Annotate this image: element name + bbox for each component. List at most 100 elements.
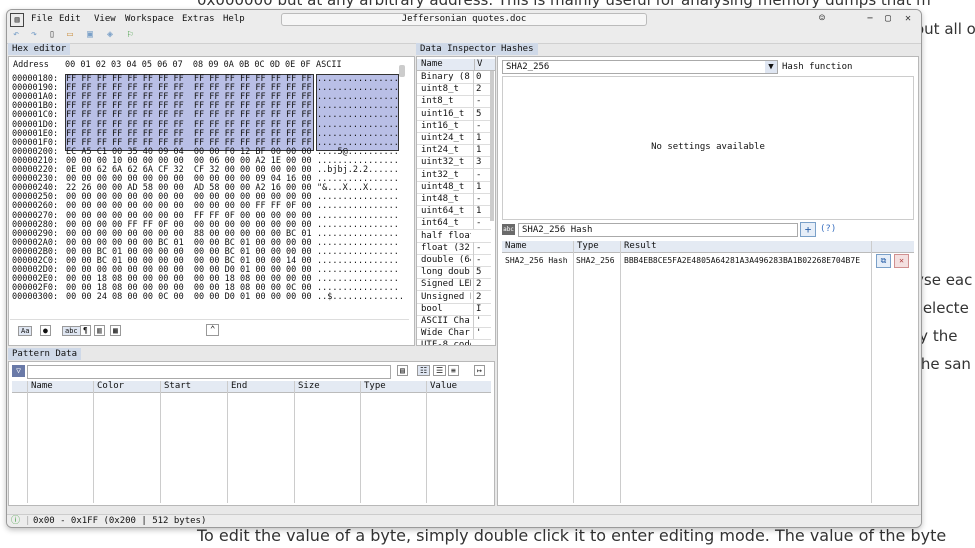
export-icon[interactable]: ▤ (397, 365, 408, 376)
pattern-col-divider (227, 381, 228, 503)
menu-help[interactable]: Help (223, 14, 245, 24)
list-item[interactable]: long doub 5 (417, 266, 491, 280)
di-row-name: int64_t (421, 218, 459, 229)
list-item[interactable]: bool I (417, 302, 492, 316)
settings-message: No settings available (651, 142, 765, 152)
flat-view-icon[interactable]: ☰ (433, 365, 447, 376)
pattern-col-divider (27, 381, 28, 503)
hash-name-input[interactable]: SHA2_256 Hash (518, 223, 798, 237)
title-bar: ▥ File Edit View Workspace Extras Help J… (7, 10, 921, 28)
di-row-value: 2 (473, 290, 492, 303)
pattern-col-value: Value (426, 381, 457, 392)
list-item[interactable]: int24_t 1 (417, 144, 491, 158)
list-item[interactable]: uint16_t 5 (417, 107, 491, 121)
hex-bytes[interactable]: 00 00 24 08 00 00 0C 00 00 00 D0 01 00 0… (66, 293, 312, 302)
new-file-icon[interactable]: ▯ (49, 29, 55, 40)
list-item[interactable]: int16_t - (417, 119, 491, 133)
copy-icon[interactable]: ⧉ (876, 254, 891, 268)
list-item[interactable]: uint48_t 1 (417, 180, 491, 194)
save-as-icon[interactable]: ◈ (107, 29, 113, 40)
background-text-fragment: the san (915, 355, 971, 373)
close-button[interactable]: ✕ (905, 13, 911, 24)
jump-icon[interactable]: ↦ (474, 365, 485, 376)
list-item[interactable]: Signed LEB 2 (417, 278, 491, 292)
list-item[interactable]: int8_t - (417, 95, 491, 109)
di-row-value: I (473, 302, 492, 315)
minimize-button[interactable]: − (867, 13, 873, 24)
background-text-fragment: yse eac (915, 271, 973, 289)
delete-icon[interactable]: ✕ (894, 254, 909, 268)
list-item[interactable]: int48_t - (417, 193, 491, 206)
list-item[interactable]: Wide Char ' (417, 327, 491, 341)
list-item[interactable]: uint32_t 3 (417, 156, 491, 170)
list-item[interactable]: half float (417, 230, 491, 243)
app-window: ▥ File Edit View Workspace Extras Help J… (6, 9, 922, 528)
di-scrollbar[interactable] (490, 71, 494, 221)
list-item[interactable]: uint64_t 1 (417, 205, 491, 219)
di-row-name: uint8_t (421, 84, 459, 95)
add-hash-button[interactable]: + (800, 222, 816, 237)
pin-icon[interactable]: ● (40, 325, 51, 336)
abc-icon[interactable]: abc (62, 326, 81, 336)
di-row-value: ' (473, 315, 492, 327)
menu-workspace[interactable]: Workspace (125, 14, 174, 24)
menu-edit[interactable]: Edit (59, 14, 81, 24)
filter-icon[interactable]: ▽ (12, 365, 25, 377)
di-row-name: UTF-8 code (421, 340, 471, 346)
menu-view[interactable]: View (94, 14, 116, 24)
di-row-name: Unsigned L (421, 291, 471, 302)
list-item[interactable]: Binary (8 0 (417, 71, 491, 84)
status-selection: 0x00 - 0x1FF (0x200 | 512 bytes) (33, 516, 207, 526)
list-item[interactable]: uint8_t 2 (417, 83, 491, 97)
list-item[interactable]: Unsigned L2 (417, 290, 492, 304)
list-item[interactable]: ASCII Char ' (417, 315, 491, 328)
pilcrow-icon[interactable]: ¶ (80, 325, 91, 336)
background-text-fragment: out all o (915, 20, 975, 38)
collapse-icon[interactable]: ⌃ (206, 324, 220, 336)
status-bar: ⓘ | 0x00 - 0x1FF (0x200 | 512 bytes) (7, 514, 921, 527)
menu-file[interactable]: File (31, 14, 53, 24)
hex-column-header: 00 01 02 03 04 05 06 07 08 09 0A 0B 0C 0… (65, 60, 311, 70)
tab-hex-editor[interactable]: Hex editor (8, 43, 71, 55)
list-item[interactable]: float (32- (417, 241, 492, 255)
grid-icon[interactable]: ▦ (110, 325, 121, 336)
di-row-name: int32_t (421, 169, 459, 180)
tab-data-inspector[interactable]: Data Inspector (416, 43, 500, 55)
hash-name-value: SHA2_256 Hash (522, 225, 593, 235)
tab-pattern-data[interactable]: Pattern Data (8, 348, 82, 360)
list-item[interactable]: int32_t - (417, 168, 491, 182)
smiley-icon[interactable]: ☺ (819, 13, 825, 24)
maximize-button[interactable]: ▢ (885, 13, 891, 24)
list-item[interactable]: UTF-8 code (417, 339, 491, 346)
open-file-icon[interactable]: ▭ (67, 29, 73, 40)
hex-ascii[interactable]: ..$.............. (317, 293, 404, 302)
info-icon[interactable]: ⓘ (11, 515, 20, 527)
hash-row-result[interactable]: BBB4EB8CE5FA2E4805A64281A3A496283BA1B022… (624, 253, 868, 268)
di-row-value: - (473, 241, 492, 254)
pattern-col-color: Color (93, 381, 124, 392)
pattern-col-divider (93, 381, 94, 503)
hash-col-name: Name (505, 241, 527, 251)
pattern-search-input[interactable] (27, 365, 391, 379)
tab-hashes[interactable]: Hashes (497, 43, 538, 55)
save-icon[interactable]: ▣ (87, 29, 93, 40)
font-icon[interactable]: Aa (18, 326, 33, 336)
menu-extras[interactable]: Extras (182, 14, 215, 24)
bookmark-icon[interactable]: ⚐ (127, 29, 133, 40)
hash-col-divider (871, 241, 872, 503)
help-link[interactable]: (?) (820, 224, 836, 234)
undo-icon[interactable]: ↶ (13, 29, 19, 40)
list-view-icon[interactable]: ≡ (448, 365, 459, 376)
background-text-top: 0x000000 but at any arbitrary address. T… (197, 0, 931, 9)
hash-function-select[interactable]: SHA2_256 ▼ (502, 60, 778, 74)
list-item[interactable]: uint24_t 1 (417, 132, 491, 145)
list-item[interactable]: double (64- (417, 254, 491, 267)
list-item[interactable]: int64_t - (417, 217, 491, 231)
redo-icon[interactable]: ↷ (31, 29, 37, 40)
pattern-col-divider (360, 381, 361, 503)
pattern-col-end: End (227, 381, 247, 392)
chevron-down-icon[interactable]: ▼ (765, 61, 777, 73)
tree-view-icon[interactable]: ☷ (417, 365, 431, 376)
columns-icon[interactable]: ▥ (94, 325, 105, 336)
hash-function-value: SHA2_256 (506, 62, 550, 72)
